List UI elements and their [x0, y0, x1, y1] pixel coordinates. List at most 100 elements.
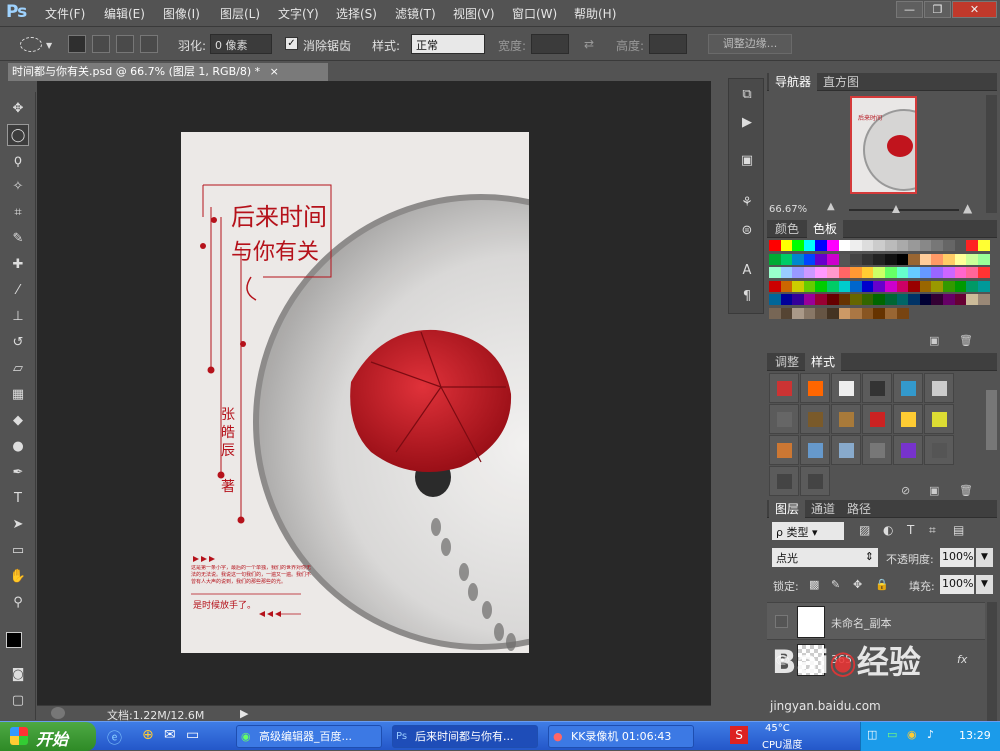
layers-scrollbar[interactable]	[987, 602, 997, 721]
swatch[interactable]	[861, 308, 874, 319]
magic-wand-tool-icon[interactable]: ✧	[7, 176, 29, 198]
gradient-tool-icon[interactable]: ▦	[7, 384, 29, 406]
swatch[interactable]	[838, 294, 851, 306]
swatch[interactable]	[966, 240, 979, 251]
swatch[interactable]	[792, 240, 805, 251]
swatch[interactable]	[803, 294, 816, 306]
layer-effects-icon[interactable]: fx	[957, 653, 967, 666]
zoom-slider[interactable]	[849, 209, 959, 211]
swatch[interactable]	[769, 240, 781, 251]
swatch[interactable]	[977, 280, 990, 292]
layer-name[interactable]: 未命名_副本	[831, 615, 892, 631]
swatch[interactable]	[792, 294, 805, 306]
swatch[interactable]	[815, 253, 828, 265]
swatch[interactable]	[769, 308, 781, 319]
swatch[interactable]	[908, 294, 921, 306]
healing-brush-tool-icon[interactable]: ✚	[7, 254, 29, 276]
swatch[interactable]	[815, 267, 828, 279]
navigator-thumbnail[interactable]: 后来时间	[850, 96, 917, 194]
quicklaunch-icon[interactable]: ⊕	[142, 727, 154, 743]
new-selection-icon[interactable]	[68, 35, 86, 53]
swatch[interactable]	[943, 240, 955, 251]
swatch[interactable]	[977, 240, 990, 251]
status-arrow-icon[interactable]: ▶	[240, 707, 248, 720]
crop-tool-icon[interactable]: ⌗	[7, 202, 29, 224]
swatch[interactable]	[977, 294, 990, 306]
character-panel-icon[interactable]: A	[737, 263, 757, 283]
screen-mode-icon[interactable]: ▢	[7, 690, 29, 712]
swatch[interactable]	[769, 253, 781, 265]
tab-paths[interactable]: 路径	[841, 500, 877, 518]
eyedropper-tool-icon[interactable]: ✎	[7, 228, 29, 250]
brush-presets-icon[interactable]: ⚘	[737, 195, 757, 215]
antialias-checkbox[interactable]: ✓	[285, 37, 298, 50]
menu-view[interactable]: 视图(V)	[453, 5, 495, 22]
swatch[interactable]	[838, 280, 851, 292]
swatch[interactable]	[908, 253, 921, 265]
intersect-selection-icon[interactable]	[140, 35, 158, 53]
swatch[interactable]	[943, 280, 955, 292]
style-preset[interactable]	[831, 404, 861, 434]
swatch[interactable]	[966, 267, 979, 279]
opacity-dropdown-icon[interactable]: ▼	[976, 548, 993, 567]
width-input[interactable]	[531, 34, 569, 54]
swatch[interactable]	[873, 280, 886, 292]
layer-comps-icon[interactable]: ▣	[737, 153, 757, 173]
swatch[interactable]	[931, 267, 944, 279]
menu-window[interactable]: 窗口(W)	[512, 5, 557, 22]
swatch[interactable]	[896, 240, 909, 251]
clear-style-icon[interactable]: ⊘	[901, 484, 910, 497]
style-select[interactable]: 正常	[411, 34, 485, 54]
ie-icon[interactable]: ⓔ	[107, 727, 122, 748]
swatch[interactable]	[966, 253, 979, 265]
swatch[interactable]	[873, 253, 886, 265]
pen-tool-icon[interactable]: ✒	[7, 462, 29, 484]
style-preset[interactable]	[924, 435, 954, 465]
lock-all-icon[interactable]: 🔒	[875, 578, 889, 591]
document-tab[interactable]: 时间都与你有关.psd @ 66.7% (图层 1, RGB/8) * ×	[8, 63, 328, 81]
subtract-selection-icon[interactable]	[116, 35, 134, 53]
volume-icon[interactable]: ♪	[927, 728, 934, 741]
swatch[interactable]	[780, 294, 793, 306]
menu-file[interactable]: 文件(F)	[45, 5, 85, 22]
style-preset[interactable]	[800, 435, 830, 465]
swatch[interactable]	[861, 280, 874, 292]
swatch[interactable]	[803, 267, 816, 279]
mail-icon[interactable]: ✉	[164, 727, 176, 743]
paragraph-panel-icon[interactable]: ¶	[737, 289, 757, 309]
swatch[interactable]	[780, 267, 793, 279]
swatch[interactable]	[780, 308, 793, 319]
swatch[interactable]	[838, 240, 851, 251]
tab-color[interactable]: 颜色	[769, 220, 805, 238]
tab-swatches[interactable]: 色板	[807, 220, 844, 238]
menu-layer[interactable]: 图层(L)	[220, 5, 260, 22]
style-preset[interactable]	[769, 404, 799, 434]
swatch[interactable]	[885, 294, 897, 306]
brush-tool-icon[interactable]: ⁄	[7, 280, 29, 302]
swatch[interactable]	[919, 280, 932, 292]
layer-row[interactable]: 未命名_副本	[767, 602, 985, 640]
swatch[interactable]	[861, 253, 874, 265]
swatch[interactable]	[966, 294, 979, 306]
hand-tool-icon[interactable]: ✋	[7, 566, 29, 588]
swatch[interactable]	[827, 308, 839, 319]
swatch[interactable]	[827, 280, 839, 292]
swatch[interactable]	[827, 267, 839, 279]
filter-pixel-icon[interactable]: ▨	[859, 523, 870, 537]
zoom-in-icon[interactable]: ▲	[963, 201, 972, 215]
new-swatch-icon[interactable]: ▣	[929, 334, 939, 347]
swatch[interactable]	[896, 253, 909, 265]
delete-style-icon[interactable]: 🗑	[959, 484, 973, 497]
swatch[interactable]	[838, 267, 851, 279]
sogou-icon[interactable]: S	[730, 726, 748, 744]
path-select-tool-icon[interactable]: ➤	[7, 514, 29, 536]
swatch[interactable]	[780, 280, 793, 292]
swatch[interactable]	[850, 253, 863, 265]
swatch[interactable]	[966, 280, 979, 292]
swatch[interactable]	[931, 280, 944, 292]
style-preset[interactable]	[862, 435, 892, 465]
status-menu-icon[interactable]	[51, 707, 65, 719]
menu-filter[interactable]: 滤镜(T)	[395, 5, 436, 22]
style-preset[interactable]	[769, 373, 799, 403]
swatch[interactable]	[803, 280, 816, 292]
